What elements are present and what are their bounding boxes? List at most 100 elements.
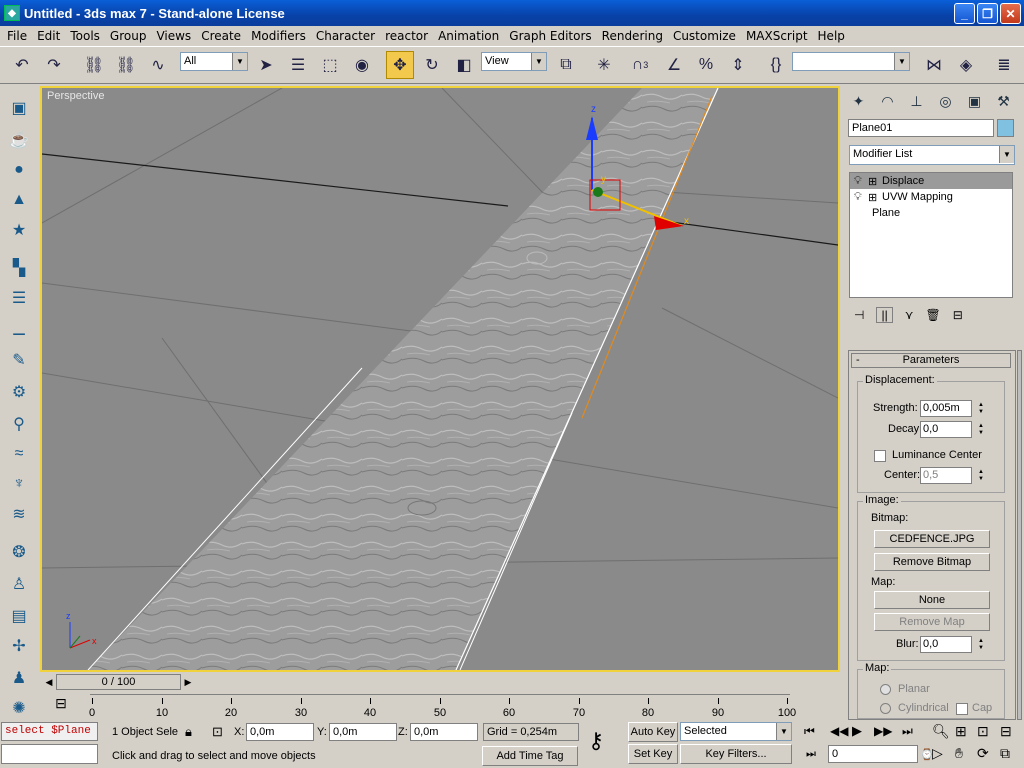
curve-editor-icon[interactable]: ⊟ <box>40 692 82 714</box>
selection-filter-dropdown[interactable]: All ▼ <box>180 52 248 71</box>
show-end-result-icon[interactable]: || <box>876 307 893 323</box>
spinner-arrows-icon[interactable]: ▲ ▼ <box>976 400 986 417</box>
next-frame-icon[interactable]: ▶▶ <box>874 724 892 738</box>
select-and-rotate-icon[interactable]: ↻ <box>418 51 446 79</box>
window-crossing-icon[interactable]: ◉ <box>348 51 376 79</box>
box-icon[interactable]: ▣ <box>5 94 33 122</box>
spinner-arrows-icon[interactable]: ▲ ▼ <box>976 636 986 653</box>
chevron-left-icon[interactable]: ◀ <box>42 674 56 690</box>
checker-material-icon[interactable]: ▚ <box>5 254 33 282</box>
bitmap-button[interactable]: CEDFENCE.JPG <box>874 530 990 548</box>
teapot-icon[interactable]: ☕ <box>5 126 33 154</box>
plane01-object[interactable] <box>88 88 718 670</box>
absolute-mode-icon[interactable]: ⊡ <box>212 724 223 740</box>
key-mode-dropdown[interactable]: Selected ▼ <box>680 722 792 741</box>
create-tab-icon[interactable]: ✦ <box>845 88 872 114</box>
select-and-link-icon[interactable]: ⛓ <box>80 51 108 79</box>
brush-icon[interactable]: ✎ <box>5 346 33 374</box>
dolphin-icon[interactable]: ≈ <box>5 440 33 468</box>
reference-coordinate-dropdown[interactable]: View ▼ <box>481 52 547 71</box>
lightbulb-icon[interactable]: 💡︎ <box>854 191 868 204</box>
zoom-extents-icon[interactable]: ⊡ <box>977 723 989 740</box>
menu-edit[interactable]: Edit <box>32 29 65 43</box>
maxscript-listener-input[interactable]: select $Plane <box>1 722 98 741</box>
blur-spinner[interactable]: 0,0 <box>920 636 972 653</box>
key-mode-toggle-icon[interactable]: ⏭ <box>806 748 816 761</box>
z-coordinate-field[interactable]: 0,0m <box>410 723 478 741</box>
object-name-field[interactable]: Plane01 <box>848 119 994 137</box>
figure-icon[interactable]: ♟ <box>5 664 33 692</box>
panel-icon[interactable]: ▤ <box>5 602 33 630</box>
edit-named-selection-icon[interactable]: {} <box>762 51 790 79</box>
pan-icon[interactable]: ✋︎ <box>955 745 963 762</box>
panel-scrollbar[interactable] <box>1017 350 1022 720</box>
perspective-viewport[interactable]: z y x z x Perspective <box>40 86 840 672</box>
arc-rotate-icon[interactable]: ⟳ <box>977 745 989 762</box>
modify-tab-icon[interactable]: ◠ <box>874 88 901 114</box>
unlink-icon[interactable]: ⛓ <box>112 51 140 79</box>
display-tab-icon[interactable]: ▣ <box>961 88 988 114</box>
spray-icon[interactable]: ✢ <box>5 632 33 660</box>
lightbulb-icon[interactable]: 💡︎ <box>854 175 868 188</box>
menu-views[interactable]: Views <box>151 29 196 43</box>
menu-character[interactable]: Character <box>311 29 380 43</box>
decay-spinner[interactable]: 0,0 <box>920 421 972 438</box>
menu-customize[interactable]: Customize <box>668 29 741 43</box>
minimize-button[interactable]: _ <box>954 3 975 24</box>
spinner-arrows-icon[interactable]: ▲ ▼ <box>976 421 986 438</box>
select-by-name-icon[interactable]: ☰ <box>284 51 312 79</box>
cylindrical-radio[interactable] <box>880 703 891 714</box>
track-bar[interactable]: ⊟ 0 10 20 30 40 50 60 70 80 90 100 <box>40 692 840 719</box>
menu-create[interactable]: Create <box>196 29 246 43</box>
parameters-rollout-header[interactable]: - Parameters <box>851 353 1011 368</box>
mirror-icon[interactable]: ⋈ <box>920 51 948 79</box>
stack-item-plane[interactable]: Plane <box>850 205 1012 221</box>
previous-frame-icon[interactable]: ◀◀ <box>830 724 848 738</box>
key-filters-button[interactable]: Key Filters... <box>680 744 792 764</box>
undo-icon[interactable]: ↶ <box>8 51 36 79</box>
spinner-snap-icon[interactable]: ⇕ <box>724 51 752 79</box>
menu-file[interactable]: File <box>2 29 32 43</box>
sun-icon[interactable]: ✺ <box>5 694 33 722</box>
zoom-all-icon[interactable]: ⊞ <box>955 723 967 740</box>
play-icon[interactable]: ▶ <box>852 723 862 739</box>
named-selection-dropdown[interactable]: ▼ <box>792 52 910 71</box>
object-color-swatch[interactable] <box>997 119 1014 137</box>
close-button[interactable]: ✕ <box>1000 3 1021 24</box>
menu-rendering[interactable]: Rendering <box>597 29 668 43</box>
bones-icon[interactable]: ♆ <box>5 470 33 498</box>
select-object-icon[interactable]: ➤ <box>252 51 280 79</box>
select-and-move-icon[interactable]: ✥ <box>386 51 414 79</box>
hierarchy-tab-icon[interactable]: ⊥ <box>903 88 930 114</box>
restore-button[interactable]: ❐ <box>977 3 998 24</box>
redo-icon[interactable]: ↷ <box>40 51 68 79</box>
angle-snap-icon[interactable]: ∠ <box>660 51 688 79</box>
menu-animation[interactable]: Animation <box>433 29 504 43</box>
time-slider[interactable]: ◀ 0 / 100 ▶ <box>40 673 840 691</box>
select-and-manipulate-icon[interactable]: ✳ <box>590 51 618 79</box>
stack-item-displace[interactable]: 💡︎ ⊞ Displace <box>850 173 1012 189</box>
chevron-right-icon[interactable]: ▶ <box>181 674 195 690</box>
app-icon[interactable]: ◆ <box>4 5 20 21</box>
gear-icon[interactable]: ⚙ <box>5 378 33 406</box>
stack-item-uvw-mapping[interactable]: 💡︎ ⊞ UVW Mapping <box>850 189 1012 205</box>
menu-graph-editors[interactable]: Graph Editors <box>504 29 596 43</box>
star-icon[interactable]: ★ <box>5 216 33 244</box>
luminance-center-checkbox[interactable] <box>874 450 886 462</box>
zoom-icon[interactable]: 🔍︎ <box>932 723 950 740</box>
bind-space-warp-icon[interactable]: ∿ <box>144 51 172 79</box>
viewport-label[interactable]: Perspective <box>47 90 104 102</box>
go-to-start-icon[interactable]: ⏮ <box>804 724 815 739</box>
menu-reactor[interactable]: reactor <box>380 29 433 43</box>
expand-icon[interactable]: ⊞ <box>868 175 882 188</box>
rectangular-selection-icon[interactable]: ⬚ <box>316 51 344 79</box>
menu-help[interactable]: Help <box>813 29 850 43</box>
waves-icon[interactable]: ≋ <box>5 500 33 528</box>
lock-selection-icon[interactable]: 🔒︎ <box>185 724 192 740</box>
make-unique-icon[interactable]: ⋎ <box>905 308 914 322</box>
menu-tools[interactable]: Tools <box>65 29 105 43</box>
field-of-view-icon[interactable]: ▷ <box>932 745 943 762</box>
y-coordinate-field[interactable]: 0,0m <box>329 723 397 741</box>
modifier-stack[interactable]: 💡︎ ⊞ Displace 💡︎ ⊞ UVW Mapping Plane <box>849 172 1013 298</box>
map-button[interactable]: None <box>874 591 990 609</box>
